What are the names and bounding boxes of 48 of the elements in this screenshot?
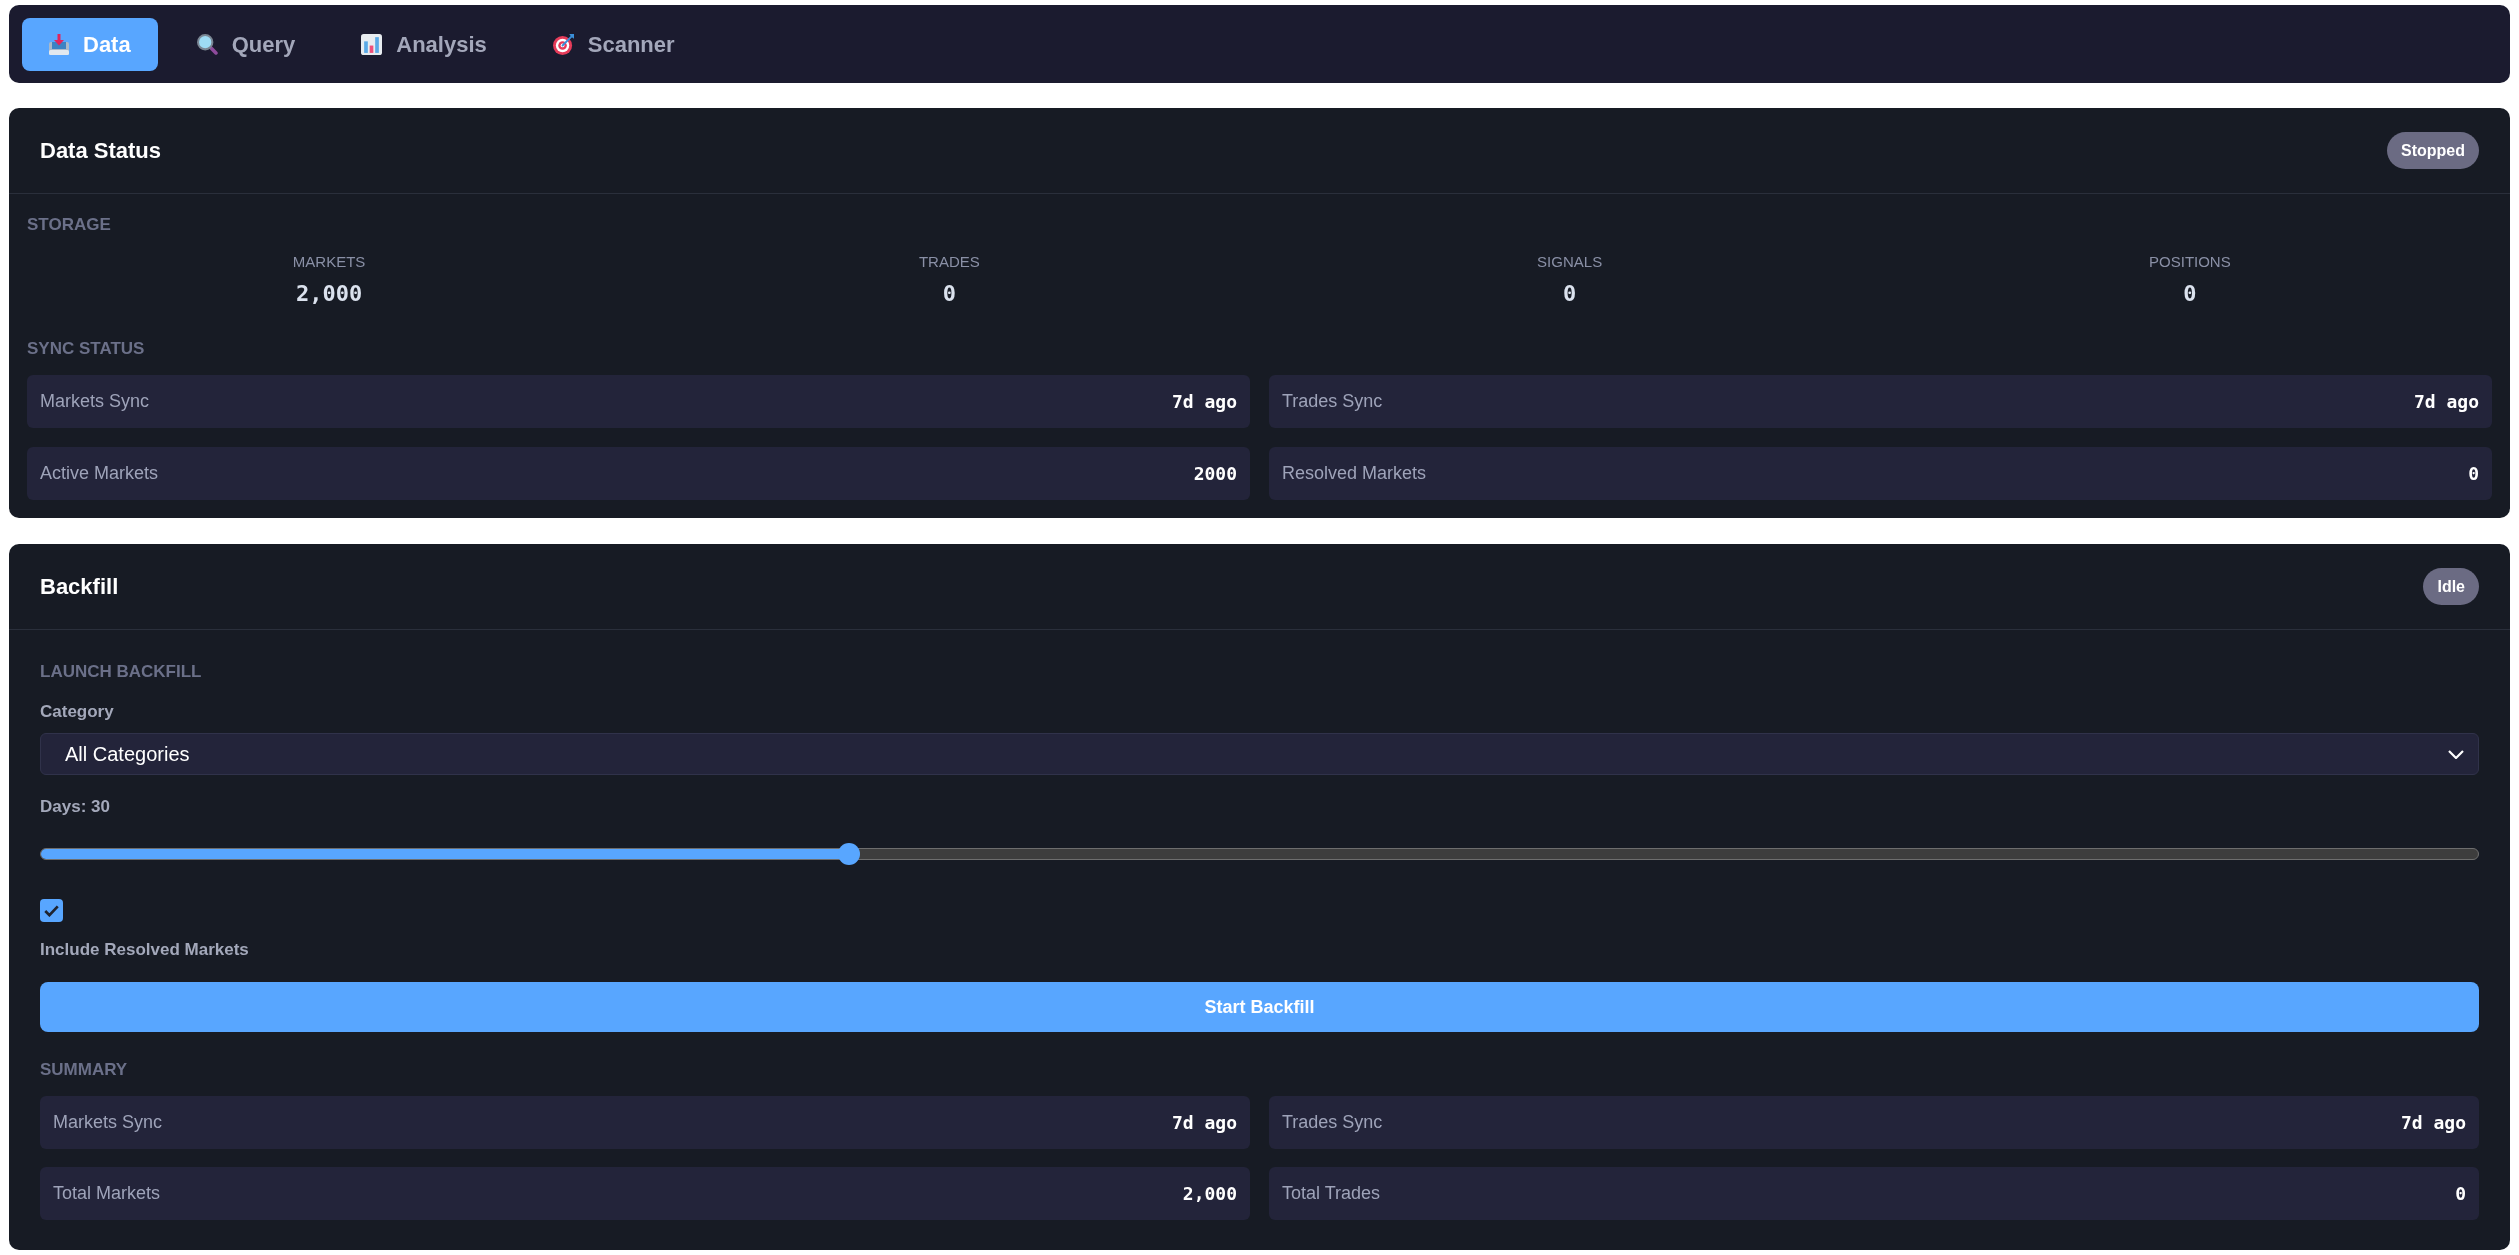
checkbox-label: Include Resolved Markets: [40, 940, 250, 960]
row-label: Active Markets: [40, 462, 159, 485]
field-label: Days: 30: [40, 797, 111, 817]
days-slider[interactable]: [40, 843, 2479, 865]
status-badge: Idle: [2423, 568, 2479, 605]
stat-label: POSITIONS: [2149, 252, 2231, 272]
row-value: 7d ago: [1171, 390, 1237, 414]
row-value: 2000: [1193, 462, 1237, 486]
chevron-down-icon: [2448, 749, 2464, 759]
tab[interactable]: Scanner: [525, 17, 702, 71]
stat-value: 0: [1563, 281, 1577, 307]
stat-label: MARKETS: [292, 252, 366, 272]
row-value: 0: [2468, 462, 2479, 486]
section-heading: STORAGE: [27, 215, 112, 235]
row-value: 2,000: [1182, 1182, 1237, 1206]
row-label: Total Trades: [1282, 1182, 1381, 1205]
row-label: Markets Sync: [53, 1111, 163, 1134]
row-label: Total Markets: [53, 1182, 161, 1205]
panel-title: Backfill: [40, 573, 119, 601]
section-heading: SYNC STATUS: [27, 339, 146, 359]
inbox-tray-icon: [49, 33, 69, 55]
section-heading: SUMMARY: [40, 1060, 129, 1080]
field-label: Category: [40, 702, 115, 722]
tab[interactable]: Analysis: [334, 17, 514, 71]
row-value: 7d ago: [2400, 1111, 2466, 1135]
row-value: 0: [2455, 1182, 2466, 1206]
panel-title: Data Status: [40, 137, 162, 165]
row-label: Markets Sync: [40, 390, 150, 413]
stat-label: TRADES: [918, 252, 980, 272]
row-value: 7d ago: [2413, 390, 2479, 414]
stat-value: 2,000: [296, 281, 363, 307]
row-label: Resolved Markets: [1282, 462, 1427, 485]
section-heading: LAUNCH BACKFILL: [40, 662, 203, 682]
search-icon: [196, 33, 218, 55]
target-icon: [552, 33, 574, 55]
bar-chart-icon: [361, 33, 383, 55]
status-badge: Stopped: [2387, 132, 2479, 169]
slider-thumb[interactable]: [837, 843, 860, 865]
include-resolved-checkbox[interactable]: [40, 899, 63, 922]
row-label: Trades Sync: [1282, 1111, 1383, 1134]
checkmark-icon: [44, 904, 59, 917]
row-value: 7d ago: [1171, 1111, 1237, 1135]
stat-value: 0: [2183, 281, 2197, 307]
stat-label: SIGNALS: [1537, 252, 1603, 272]
stat-value: 0: [942, 281, 956, 307]
category-select[interactable]: All Categories: [40, 733, 2479, 775]
row-label: Trades Sync: [1282, 390, 1383, 413]
tab[interactable]: Query: [169, 17, 323, 71]
